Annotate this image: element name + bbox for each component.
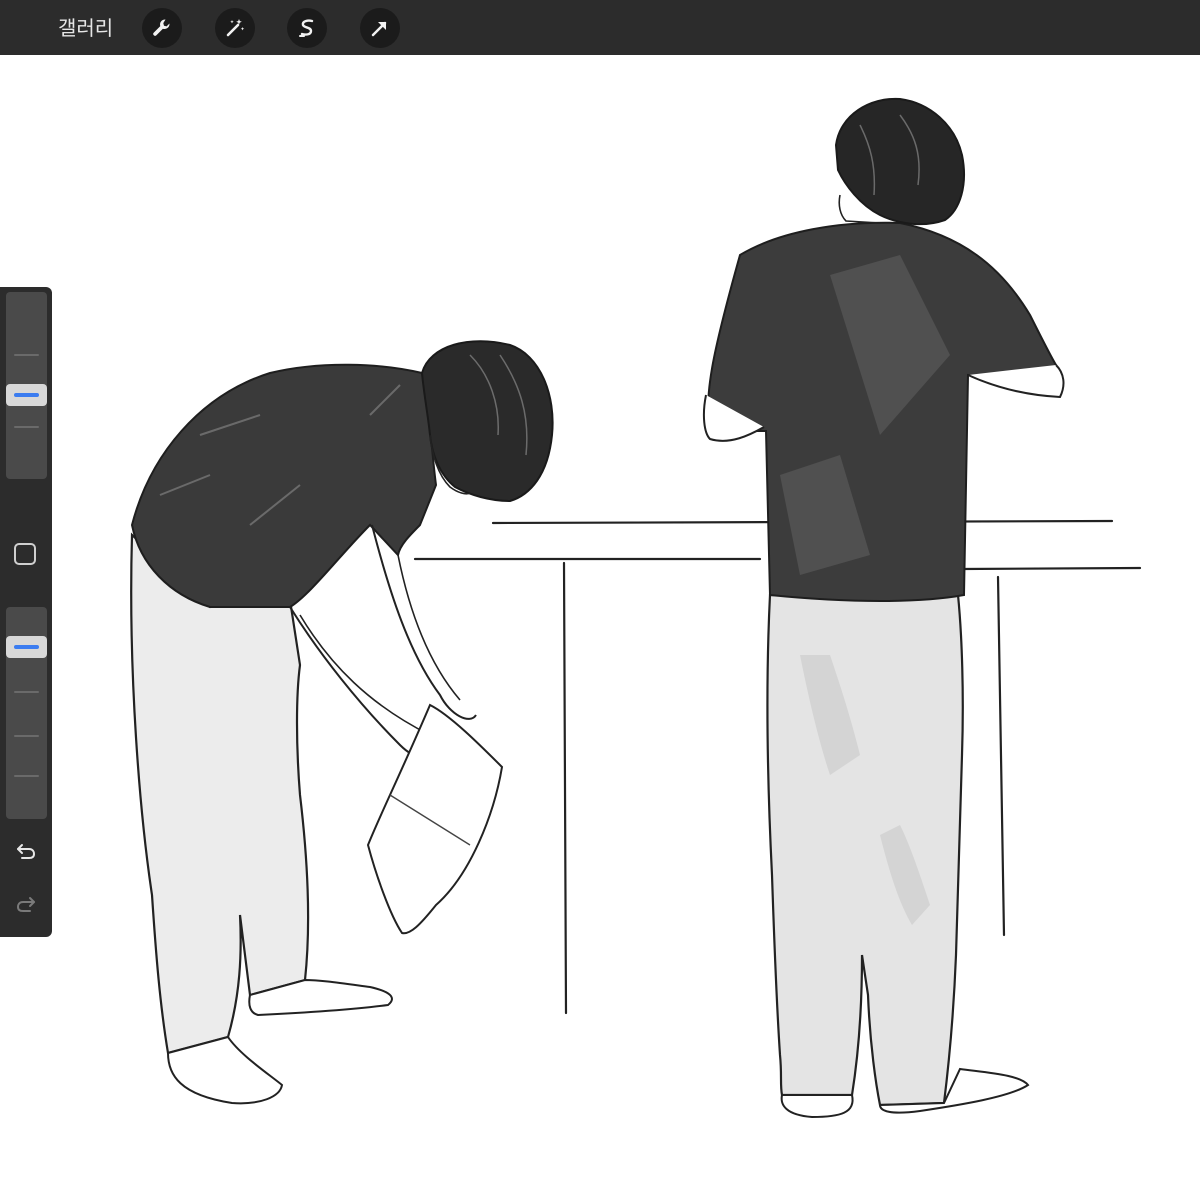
gallery-button[interactable]: 갤러리 [58, 13, 113, 43]
undo-button[interactable] [12, 837, 40, 865]
actions-button[interactable] [142, 8, 182, 48]
slider-thumb-indicator [14, 393, 39, 397]
left-sidebar [0, 287, 52, 937]
slider-tick [14, 354, 39, 356]
procreate-app: 갤러리 [0, 0, 1200, 1197]
selection-s-icon [299, 19, 314, 37]
redo-button[interactable] [12, 890, 40, 918]
slider-thumb-indicator [14, 645, 39, 649]
modify-button[interactable] [14, 543, 36, 565]
top-toolbar: 갤러리 [0, 0, 1200, 55]
wrench-icon [153, 19, 170, 36]
sketch-artwork [130, 97, 1142, 1119]
drawing-canvas[interactable] [0, 55, 1200, 1197]
redo-icon [16, 897, 35, 912]
slider-tick [14, 735, 39, 737]
adjustments-button[interactable] [215, 8, 255, 48]
opacity-slider[interactable] [6, 607, 47, 819]
slider-tick [14, 691, 39, 693]
opacity-thumb[interactable] [6, 636, 47, 658]
selection-button[interactable] [287, 8, 327, 48]
slider-tick [14, 426, 39, 428]
magic-wand-icon [226, 19, 245, 37]
undo-icon [17, 844, 36, 859]
brush-size-thumb[interactable] [6, 384, 47, 406]
transform-button[interactable] [360, 8, 400, 48]
brush-size-slider[interactable] [6, 292, 47, 479]
slider-tick [14, 775, 39, 777]
transform-arrow-icon [371, 21, 387, 37]
